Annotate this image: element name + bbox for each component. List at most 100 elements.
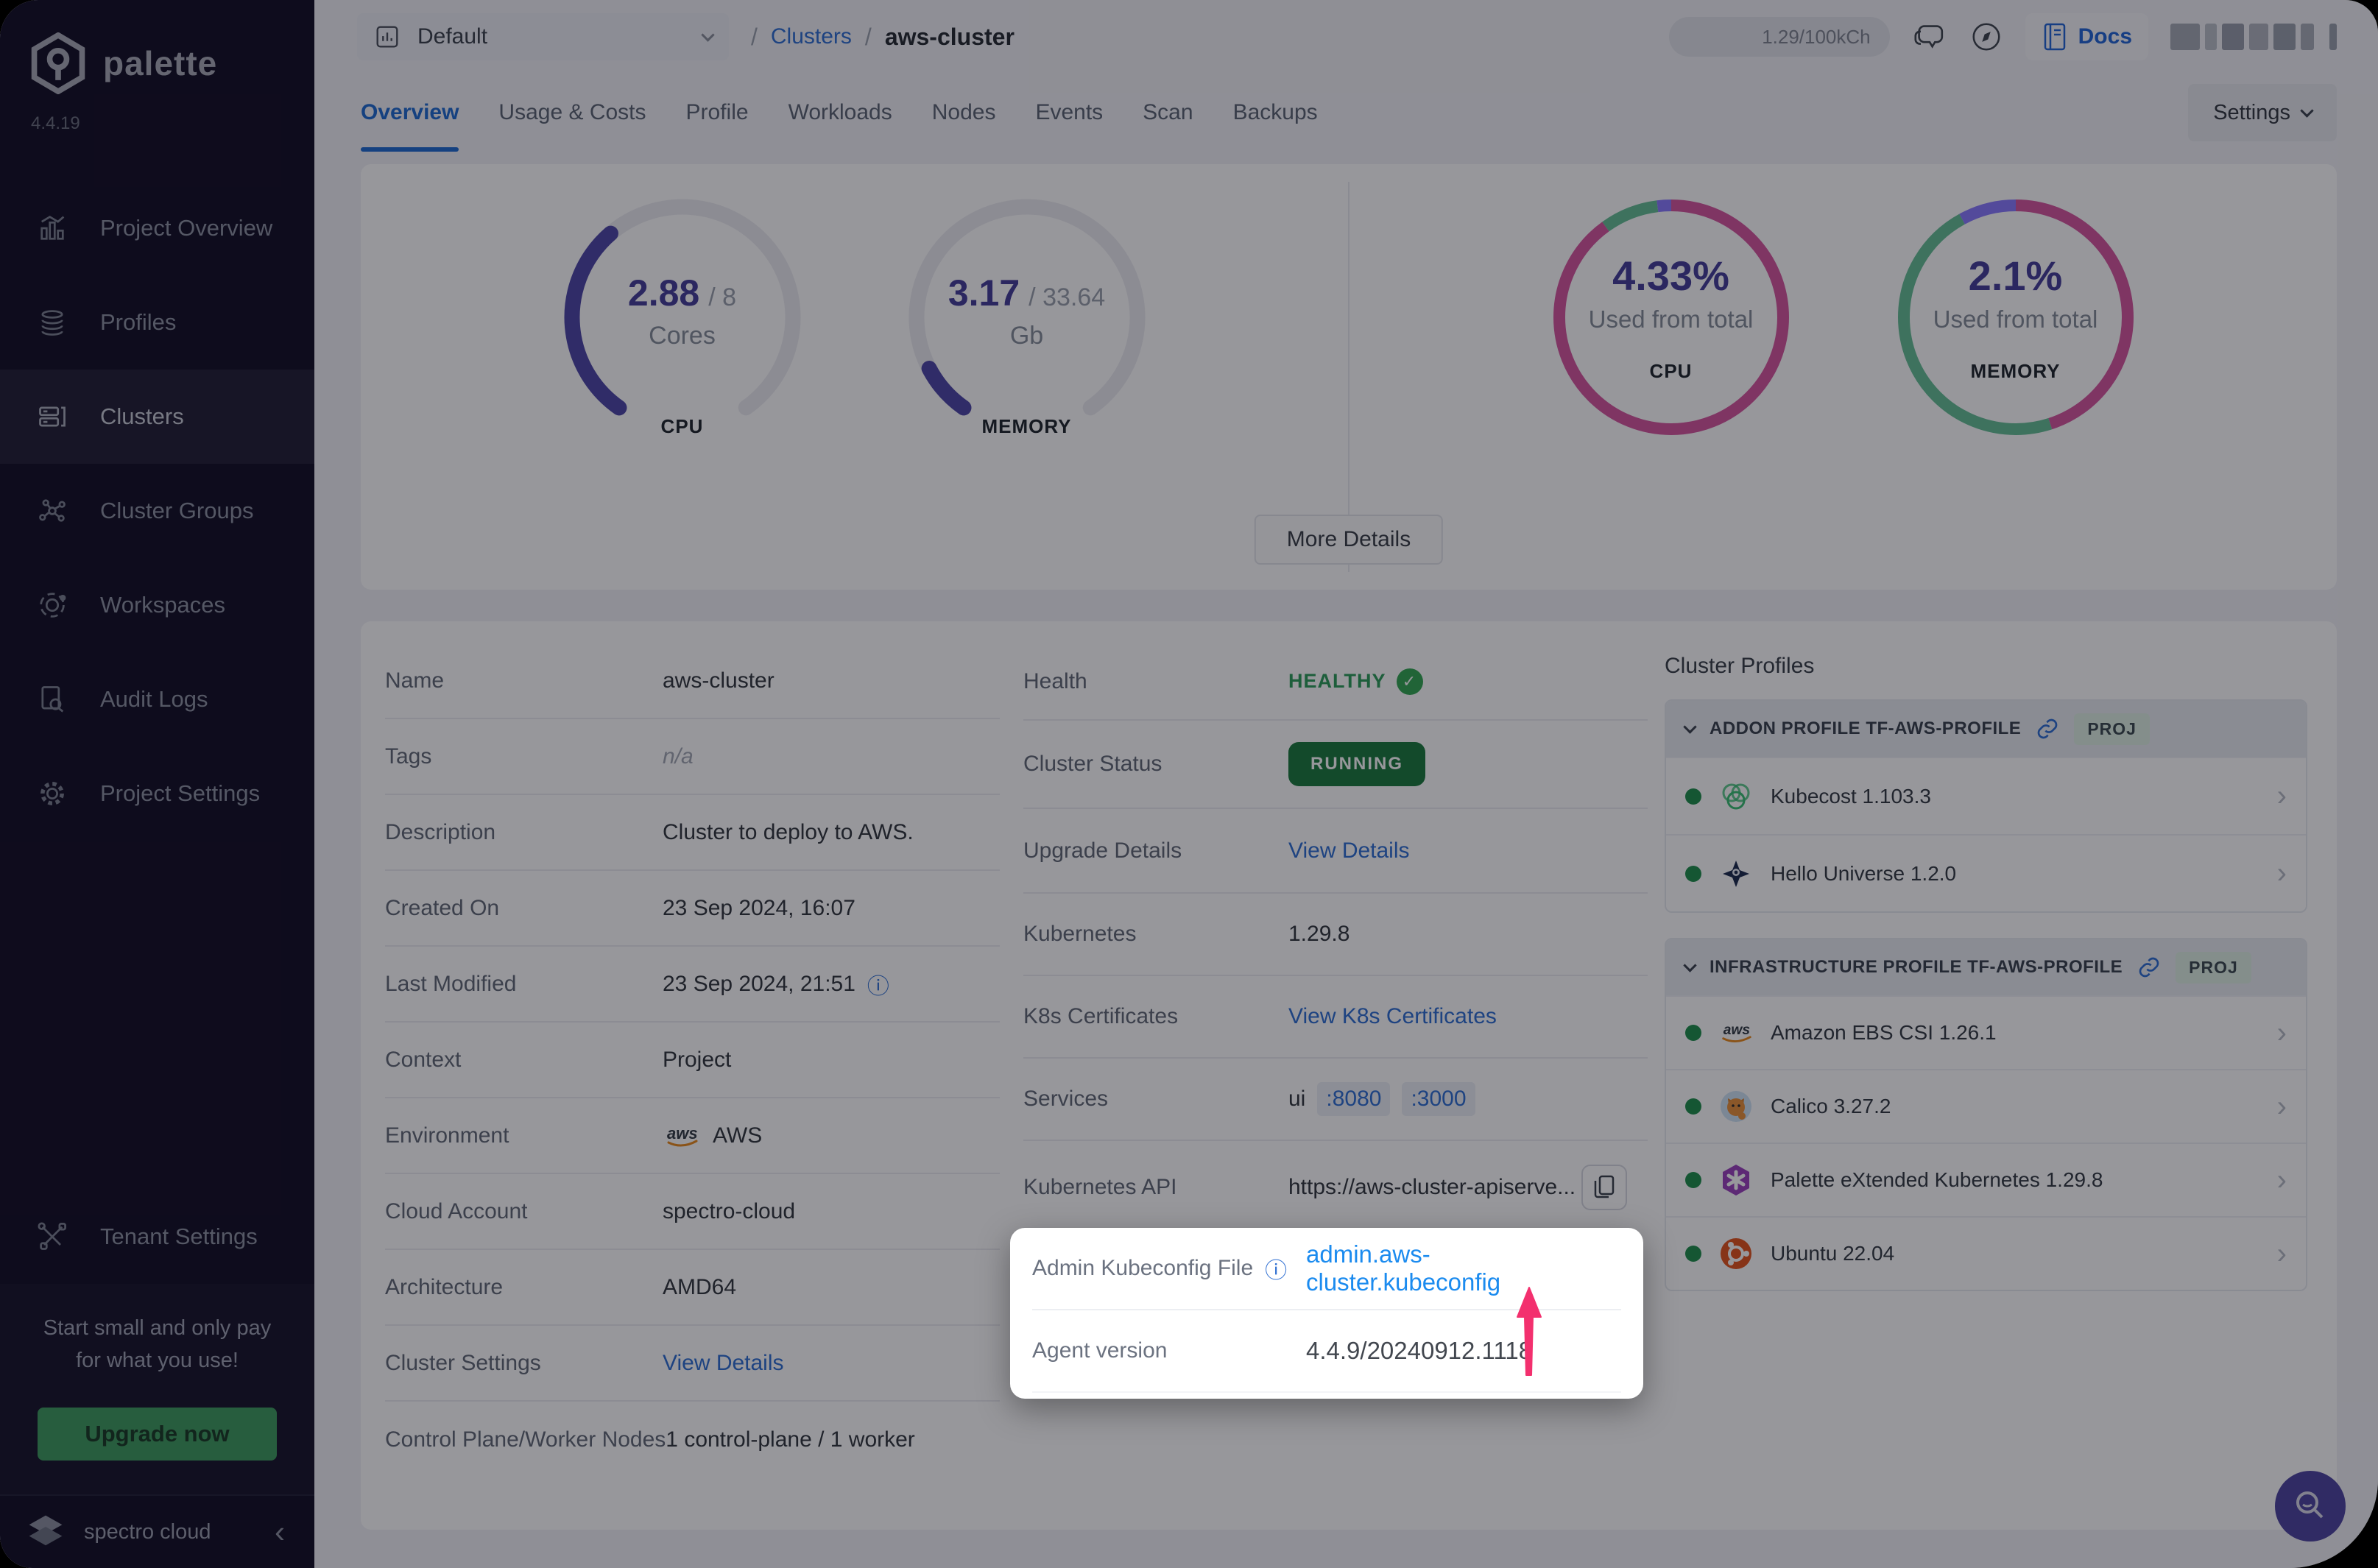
sidebar-item-project-settings[interactable]: Project Settings	[0, 746, 314, 841]
profile-item-hello-universe[interactable]: Hello Universe 1.2.0 ›	[1666, 834, 2306, 911]
detail-label: Cluster Status	[1023, 752, 1162, 776]
sidebar-item-label: Project Settings	[100, 780, 261, 806]
sidebar-item-cluster-groups[interactable]: Cluster Groups	[0, 464, 314, 558]
tab-overview[interactable]: Overview	[361, 74, 459, 152]
chevron-right-icon: ›	[2276, 1016, 2287, 1049]
detail-label: Upgrade Details	[1023, 838, 1182, 863]
cpu-usage-percent: 4.33%	[1612, 252, 1729, 299]
info-icon[interactable]: ⓘ	[867, 968, 889, 1000]
detail-row-context: Context Project	[385, 1023, 1000, 1098]
cpu-unit: Cores	[649, 321, 716, 350]
tools-icon	[35, 1221, 69, 1253]
detail-label: Created On	[385, 895, 500, 920]
sidebar-item-label: Cluster Groups	[100, 498, 254, 523]
upgrade-now-button[interactable]: Upgrade now	[38, 1408, 277, 1461]
admin-kubeconfig-download-link[interactable]: admin.aws-cluster.kubeconfig	[1306, 1240, 1621, 1296]
status-dot	[1685, 1246, 1701, 1262]
hello-universe-icon	[1718, 855, 1754, 892]
spectro-cloud-logo-icon	[29, 1515, 63, 1546]
agent-version-label: Agent version	[1032, 1338, 1168, 1363]
search-fab-button[interactable]	[2275, 1471, 2346, 1541]
sidebar-item-profiles[interactable]: Profiles	[0, 275, 314, 370]
profile-item-kubecost[interactable]: Kubecost 1.103.3 ›	[1666, 757, 2306, 834]
last-modified-value: 23 Sep 2024, 21:51	[663, 971, 855, 996]
redacted-username	[2170, 24, 2337, 50]
credits-usage-pill: 1.29/100kCh	[1668, 17, 1890, 57]
detail-row-upgrade-details: Upgrade Details View Details	[1023, 809, 1648, 894]
detail-row-nodes: Control Plane/Worker Nodes 1 control-pla…	[385, 1402, 1000, 1477]
status-dot	[1685, 788, 1701, 805]
memory-gauge: 3.17 / 33.64 Gb MEMORY	[902, 192, 1152, 442]
copy-button[interactable]	[1581, 1164, 1628, 1210]
profile-item-calico[interactable]: Calico 3.27.2 ›	[1666, 1069, 2306, 1143]
link-icon	[2139, 957, 2159, 978]
tab-nodes[interactable]: Nodes	[932, 74, 996, 152]
ubuntu-icon	[1718, 1235, 1754, 1272]
detail-row-last-modified: Last Modified 23 Sep 2024, 21:51 ⓘ	[385, 947, 1000, 1023]
info-icon[interactable]: ⓘ	[1265, 1252, 1287, 1285]
spectro-cloud-brand: spectro cloud	[84, 1519, 211, 1544]
detail-row-environment: Environment aws AWS	[385, 1098, 1000, 1174]
tab-backups[interactable]: Backups	[1233, 74, 1318, 152]
tab-workloads[interactable]: Workloads	[788, 74, 892, 152]
orbit-icon	[35, 589, 69, 621]
cpu-usage-caption: Used from total	[1588, 306, 1754, 333]
addon-profile-header[interactable]: ADDON PROFILE TF-AWS-PROFILE PROJ	[1666, 701, 2306, 757]
profile-item-ubuntu[interactable]: Ubuntu 22.04 ›	[1666, 1216, 2306, 1290]
profile-item-name: Palette eXtended Kubernetes 1.29.8	[1771, 1168, 2103, 1191]
infrastructure-profile-header[interactable]: INFRASTRUCTURE PROFILE TF-AWS-PROFILE PR…	[1666, 939, 2306, 995]
memory-gauge-label: MEMORY	[981, 415, 1072, 437]
chevron-down-icon	[1683, 719, 1697, 734]
tab-events[interactable]: Events	[1035, 74, 1103, 152]
sidebar-item-tenant-settings[interactable]: Tenant Settings	[0, 1190, 314, 1284]
chevron-right-icon: ›	[2276, 1090, 2287, 1123]
status-dot	[1685, 1098, 1701, 1115]
tab-usage-costs[interactable]: Usage & Costs	[498, 74, 646, 152]
profile-item-palette-extended-kubernetes[interactable]: Palette eXtended Kubernetes 1.29.8 ›	[1666, 1143, 2306, 1216]
profile-item-name: Hello Universe 1.2.0	[1771, 861, 1957, 885]
cluster-profiles-panel: Cluster Profiles ADDON PROFILE TF-AWS-PR…	[1659, 643, 2307, 1508]
tab-profile[interactable]: Profile	[686, 74, 749, 152]
service-port-8080-link[interactable]: :8080	[1317, 1082, 1391, 1116]
profile-group-title: INFRASTRUCTURE PROFILE TF-AWS-PROFILE	[1710, 957, 2123, 977]
detail-value: AMD64	[663, 1274, 737, 1299]
tab-scan[interactable]: Scan	[1143, 74, 1193, 152]
upgrade-view-details-link[interactable]: View Details	[1288, 838, 1410, 864]
docs-button[interactable]: Docs	[2025, 13, 2148, 60]
more-details-button[interactable]: More Details	[1254, 515, 1444, 565]
service-port-3000-link[interactable]: :3000	[1402, 1082, 1475, 1116]
breadcrumb: / Clusters / aws-cluster	[751, 24, 1015, 51]
collapse-sidebar-icon[interactable]: ‹	[275, 1514, 285, 1550]
sidebar-item-audit-logs[interactable]: Audit Logs	[0, 652, 314, 746]
breadcrumb-clusters-link[interactable]: Clusters	[771, 24, 852, 49]
settings-button[interactable]: Settings	[2188, 84, 2337, 141]
environment-value: AWS	[713, 1123, 763, 1148]
chevron-right-icon: ›	[2276, 780, 2287, 812]
detail-label: Last Modified	[385, 971, 517, 996]
check-icon: ✓	[1396, 668, 1423, 695]
usage-charts-card: 2.88 / 8 Cores CPU 3.17 / 33.64 Gb MEMOR…	[361, 164, 2337, 590]
bar-chart-icon	[35, 212, 69, 244]
profile-item-amazon-ebs-csi[interactable]: aws Amazon EBS CSI 1.26.1 ›	[1666, 995, 2306, 1069]
copy-icon	[1594, 1175, 1615, 1198]
profile-item-name: Kubecost 1.103.3	[1771, 784, 1931, 808]
sidebar-item-clusters[interactable]: Clusters	[0, 370, 314, 464]
services-value: ui :8080 :3000	[1288, 1082, 1475, 1116]
sidebar-item-label: Tenant Settings	[100, 1223, 258, 1249]
sidebar-item-project-overview[interactable]: Project Overview	[0, 181, 314, 275]
chat-button[interactable]	[1912, 19, 1947, 54]
sidebar-item-workspaces[interactable]: Workspaces	[0, 558, 314, 652]
app-version: 4.4.19	[31, 113, 80, 133]
detail-label: Cloud Account	[385, 1198, 528, 1223]
detail-label: Environment	[385, 1123, 509, 1148]
breadcrumb-separator: /	[751, 23, 758, 50]
help-button[interactable]	[1969, 20, 2003, 54]
chevron-right-icon: ›	[2276, 1237, 2287, 1270]
view-details-link[interactable]: View Details	[663, 1351, 784, 1376]
chat-icon	[1914, 25, 1943, 49]
status-dot	[1685, 1172, 1701, 1188]
view-k8s-certificates-link[interactable]: View K8s Certificates	[1288, 1004, 1497, 1029]
palette-logo-icon	[31, 32, 85, 94]
project-selector[interactable]: Default	[357, 13, 729, 60]
project-selector-value: Default	[417, 24, 488, 49]
